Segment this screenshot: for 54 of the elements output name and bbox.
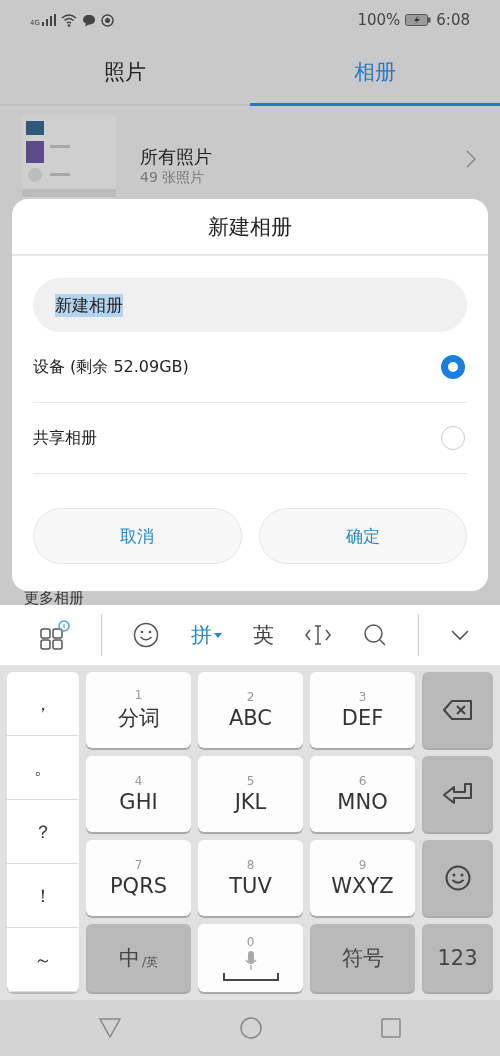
emoji-icon[interactable] bbox=[133, 622, 160, 648]
letter-key[interactable]: 4 GHI bbox=[86, 756, 191, 832]
battery-percent: 100% bbox=[357, 11, 401, 29]
letter-key[interactable]: 7 PQRS bbox=[86, 840, 191, 916]
search-icon[interactable] bbox=[362, 623, 387, 647]
option-row[interactable]: 设备 (剩余 52.09GB) bbox=[33, 332, 467, 403]
punctuation-key[interactable]: ， bbox=[7, 672, 79, 736]
radio-button[interactable] bbox=[441, 355, 465, 379]
input-mode-button[interactable]: 英 bbox=[252, 621, 274, 649]
emoji-icon bbox=[444, 865, 471, 891]
letter-key[interactable]: 1 分词 bbox=[86, 672, 191, 748]
letter-key[interactable]: 3 DEF bbox=[310, 672, 415, 748]
function-key[interactable]: 123 bbox=[422, 924, 493, 992]
dialog-title: 新建相册 bbox=[12, 199, 488, 256]
app-notification-icon bbox=[100, 13, 114, 27]
punctuation-key[interactable]: ？ bbox=[7, 800, 79, 864]
input-field[interactable]: 新建相册 bbox=[33, 278, 467, 332]
dropdown-caret-icon bbox=[213, 632, 222, 638]
apps-grid-icon[interactable] bbox=[39, 620, 70, 650]
option-label: 设备 (剩余 52.09GB) bbox=[33, 356, 189, 378]
punctuation-key[interactable]: ！ bbox=[7, 864, 79, 928]
chevron-right-icon bbox=[466, 150, 476, 168]
letter-key[interactable]: 9 WXYZ bbox=[310, 840, 415, 916]
letter-key[interactable]: 2 ABC bbox=[198, 672, 303, 748]
wifi-icon bbox=[60, 13, 77, 27]
enter-key[interactable] bbox=[422, 756, 493, 832]
letter-key[interactable]: 8 TUV bbox=[198, 840, 303, 916]
clock: 6:08 bbox=[436, 11, 470, 29]
language-key[interactable]: 中/英 bbox=[86, 924, 191, 992]
dialog-button[interactable]: 确定 bbox=[258, 508, 467, 564]
space-bar-icon bbox=[222, 973, 279, 981]
tab[interactable]: 照片 bbox=[0, 40, 250, 106]
emoji-key[interactable] bbox=[422, 840, 493, 916]
battery-icon bbox=[405, 14, 432, 26]
album-name: 所有照片 bbox=[140, 145, 213, 169]
letter-key[interactable]: 5 JKL bbox=[198, 756, 303, 832]
punctuation-key[interactable]: ～ bbox=[7, 928, 79, 992]
dialog-button[interactable]: 取消 bbox=[33, 508, 242, 564]
backspace-icon bbox=[442, 700, 473, 720]
backspace-key[interactable] bbox=[422, 672, 493, 748]
microphone-icon bbox=[243, 951, 258, 971]
collapse-chevron-icon[interactable] bbox=[450, 629, 471, 641]
option-row[interactable]: 共享相册 bbox=[33, 403, 467, 474]
photo-count: 49 张照片 bbox=[140, 169, 206, 187]
punctuation-key[interactable]: 。 bbox=[7, 736, 79, 800]
option-label: 共享相册 bbox=[33, 427, 97, 449]
function-key[interactable]: 符号 bbox=[310, 924, 415, 992]
chat-bubble-icon bbox=[81, 13, 96, 27]
cursor-icon[interactable] bbox=[305, 623, 332, 647]
section-title: 更多相册 bbox=[23, 590, 85, 605]
letter-key[interactable]: 6 MNO bbox=[310, 756, 415, 832]
enter-icon bbox=[442, 783, 473, 805]
signal-icon bbox=[41, 14, 56, 26]
input-mode-button[interactable]: 拼 bbox=[190, 621, 222, 649]
